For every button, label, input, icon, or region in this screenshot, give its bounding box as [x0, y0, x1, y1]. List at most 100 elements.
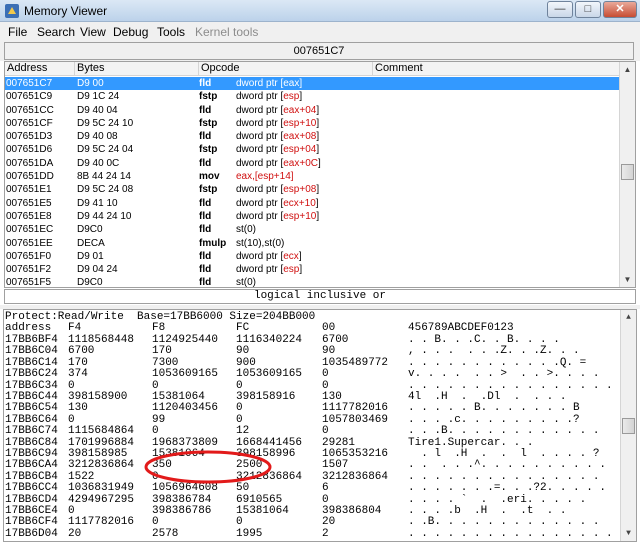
disassembler-scrollbar[interactable]: ▲ ▼	[619, 62, 635, 287]
menu-debug[interactable]: Debug	[113, 25, 148, 39]
operand-text: dword ptr [	[236, 78, 284, 89]
disassembly-row[interactable]: 007651C7 D9 00 fld dword ptr [eax]	[5, 77, 621, 91]
disassembly-row[interactable]: 007651CC D9 40 04 fld dword ptr [eax+04]	[5, 104, 621, 117]
operand-register: esp+10	[283, 117, 317, 129]
hex-column-f4: F4	[68, 322, 82, 334]
hex-value-00: 6	[322, 482, 329, 495]
row-bytes: D9 40 08	[77, 131, 118, 143]
disassembly-row[interactable]: 007651D3 D9 40 08 fld dword ptr [eax+08]	[5, 130, 621, 143]
row-bytes: D9C0	[77, 224, 103, 236]
scroll-thumb[interactable]	[621, 164, 634, 180]
row-bytes: 8B 44 24 14	[77, 171, 131, 183]
column-opcode[interactable]: Opcode	[199, 62, 373, 76]
operand-text: st(10),st(0)	[236, 237, 285, 249]
menu-kernel-tools[interactable]: Kernel tools	[195, 25, 258, 39]
operand-text: dword ptr [	[236, 144, 284, 156]
disassembler-header: Address Bytes Opcode Comment	[5, 62, 621, 76]
menu-file[interactable]: File	[8, 25, 27, 39]
disassembly-row[interactable]: 007651EE DECA fmulp st(10),st(0)	[5, 237, 621, 250]
row-operands: dword ptr [eax+08]	[236, 130, 319, 143]
disassembler-panel[interactable]: Address Bytes Opcode Comment 007651C7 D9 …	[4, 61, 636, 288]
operand-text: ]	[316, 131, 320, 143]
window-title: Memory Viewer	[24, 4, 108, 18]
scroll-up-icon[interactable]: ▲	[621, 310, 636, 325]
row-bytes: DECA	[77, 237, 105, 249]
row-bytes: D9 44 24 10	[77, 210, 132, 222]
menu-view[interactable]: View	[80, 25, 106, 39]
column-address[interactable]: Address	[5, 62, 75, 76]
operand-register: esp	[283, 264, 300, 276]
close-icon: ✕	[615, 3, 625, 15]
row-operands: dword ptr [esp+10]	[236, 117, 319, 130]
address-bar: 007651C7	[0, 41, 640, 61]
row-bytes: D9 5C 24 04	[77, 144, 134, 156]
menu-tools[interactable]: Tools	[157, 25, 185, 39]
row-address: 007651EE	[6, 237, 53, 249]
hex-column-00: 00	[322, 322, 336, 334]
row-opcode: fstp	[199, 117, 218, 129]
address-display[interactable]: 007651C7	[4, 42, 634, 60]
row-bytes: D9 04 24	[77, 264, 118, 276]
row-address: 007651EC	[6, 224, 54, 236]
row-address: 007651F5	[6, 277, 52, 288]
hex-value-00: 0	[322, 368, 329, 381]
hex-value-00: 3212836864	[322, 470, 389, 483]
operand-text: dword ptr [	[236, 104, 284, 116]
operand-register: eax+0C	[283, 157, 318, 169]
disassembly-row[interactable]: 007651F5 D9C0 fld st(0)	[5, 276, 621, 288]
hex-ascii: . . .B. . . . . . . . . . . .	[408, 425, 600, 438]
scroll-thumb[interactable]	[622, 418, 635, 434]
operand-register: eax,[esp+14]	[236, 171, 294, 183]
menu-search[interactable]: Search	[37, 25, 75, 39]
operand-register: eax+08	[283, 131, 317, 143]
hex-row[interactable]: 17BB6C24 374 1053609165 1053609165 0 v. . . .…	[4, 368, 620, 381]
operand-text: dword ptr [	[236, 197, 284, 209]
disassembly-row[interactable]: 007651F2 D9 04 24 fld dword ptr [esp]	[5, 263, 621, 276]
row-opcode: fstp	[199, 184, 218, 196]
row-operands: dword ptr [esp+08]	[236, 183, 319, 196]
disassembly-row[interactable]: 007651EC D9C0 fld st(0)	[5, 223, 621, 236]
row-opcode: fld	[199, 131, 212, 143]
maximize-button[interactable]: □	[575, 1, 601, 18]
hex-row[interactable]: 17BB6CC4 1036831949 1056964608 50 6 . . . . .…	[4, 482, 620, 495]
disassembly-row[interactable]: 007651E8 D9 44 24 10 fld dword ptr [esp+10]	[5, 210, 621, 223]
scroll-down-icon[interactable]: ▼	[620, 272, 635, 287]
disassembly-row[interactable]: 007651F0 D9 01 fld dword ptr [ecx]	[5, 250, 621, 263]
title-bar[interactable]: Memory Viewer — □ ✕	[0, 0, 640, 22]
hex-ascii: v. . . . . . > . . >. . . .	[408, 368, 600, 381]
column-comment[interactable]: Comment	[373, 62, 621, 76]
row-address: 007651CC	[6, 104, 54, 116]
row-opcode: fld	[199, 224, 212, 236]
hex-value-fc: 12	[236, 425, 250, 438]
operand-text: ]	[315, 197, 319, 209]
hex-view-panel[interactable]: Protect:Read/Write Base=17BB6000 Size=20…	[3, 309, 637, 542]
minimize-button[interactable]: —	[547, 1, 573, 18]
scroll-down-icon[interactable]: ▼	[621, 526, 636, 541]
disassembly-row[interactable]: 007651E5 D9 41 10 fld dword ptr [ecx+10]	[5, 197, 621, 210]
disassembly-row[interactable]: 007651CF D9 5C 24 10 fstp dword ptr [esp+10…	[5, 117, 621, 130]
hex-value-f4: 4294967295	[68, 493, 135, 506]
row-opcode: fld	[199, 104, 212, 116]
disassembly-row[interactable]: 007651D6 D9 5C 24 04 fstp dword ptr [esp+04…	[5, 143, 621, 156]
hex-value-f8: 398386786	[152, 505, 212, 517]
operand-text: st(0)	[236, 224, 256, 236]
hex-value-f4: 374	[68, 368, 88, 381]
hex-value-fc: 15381064	[236, 505, 289, 517]
disassembly-row[interactable]: 007651DD 8B 44 24 14 mov eax,[esp+14]	[5, 170, 621, 183]
hex-column-address: address	[5, 322, 52, 334]
row-opcode: mov	[199, 171, 220, 183]
operand-text: dword ptr [	[236, 210, 284, 222]
hex-row[interactable]: 17BB6D04 20 2578 1995 2 . . . . . . . . . . .…	[4, 527, 620, 540]
disassembly-row[interactable]: 007651E1 D9 5C 24 08 fstp dword ptr [esp+08…	[5, 183, 621, 196]
row-operands: dword ptr [esp+04]	[236, 143, 319, 156]
scroll-up-icon[interactable]: ▲	[620, 62, 635, 77]
hex-value-fc: 1995	[236, 527, 263, 540]
hex-value-f4: 1115684864	[68, 425, 135, 438]
hex-scrollbar[interactable]: ▲ ▼	[620, 310, 636, 541]
disassembly-row[interactable]: 007651C9 D9 1C 24 fstp dword ptr [esp]	[5, 90, 621, 103]
disassembly-row[interactable]: 007651DA D9 40 0C fld dword ptr [eax+0C]	[5, 157, 621, 170]
row-bytes: D9 5C 24 08	[77, 184, 134, 196]
hex-row[interactable]: 17BB6C74 1115684864 0 12 0 . . .B. . . . . . …	[4, 425, 620, 438]
close-button[interactable]: ✕	[603, 1, 637, 18]
column-bytes[interactable]: Bytes	[75, 62, 199, 76]
